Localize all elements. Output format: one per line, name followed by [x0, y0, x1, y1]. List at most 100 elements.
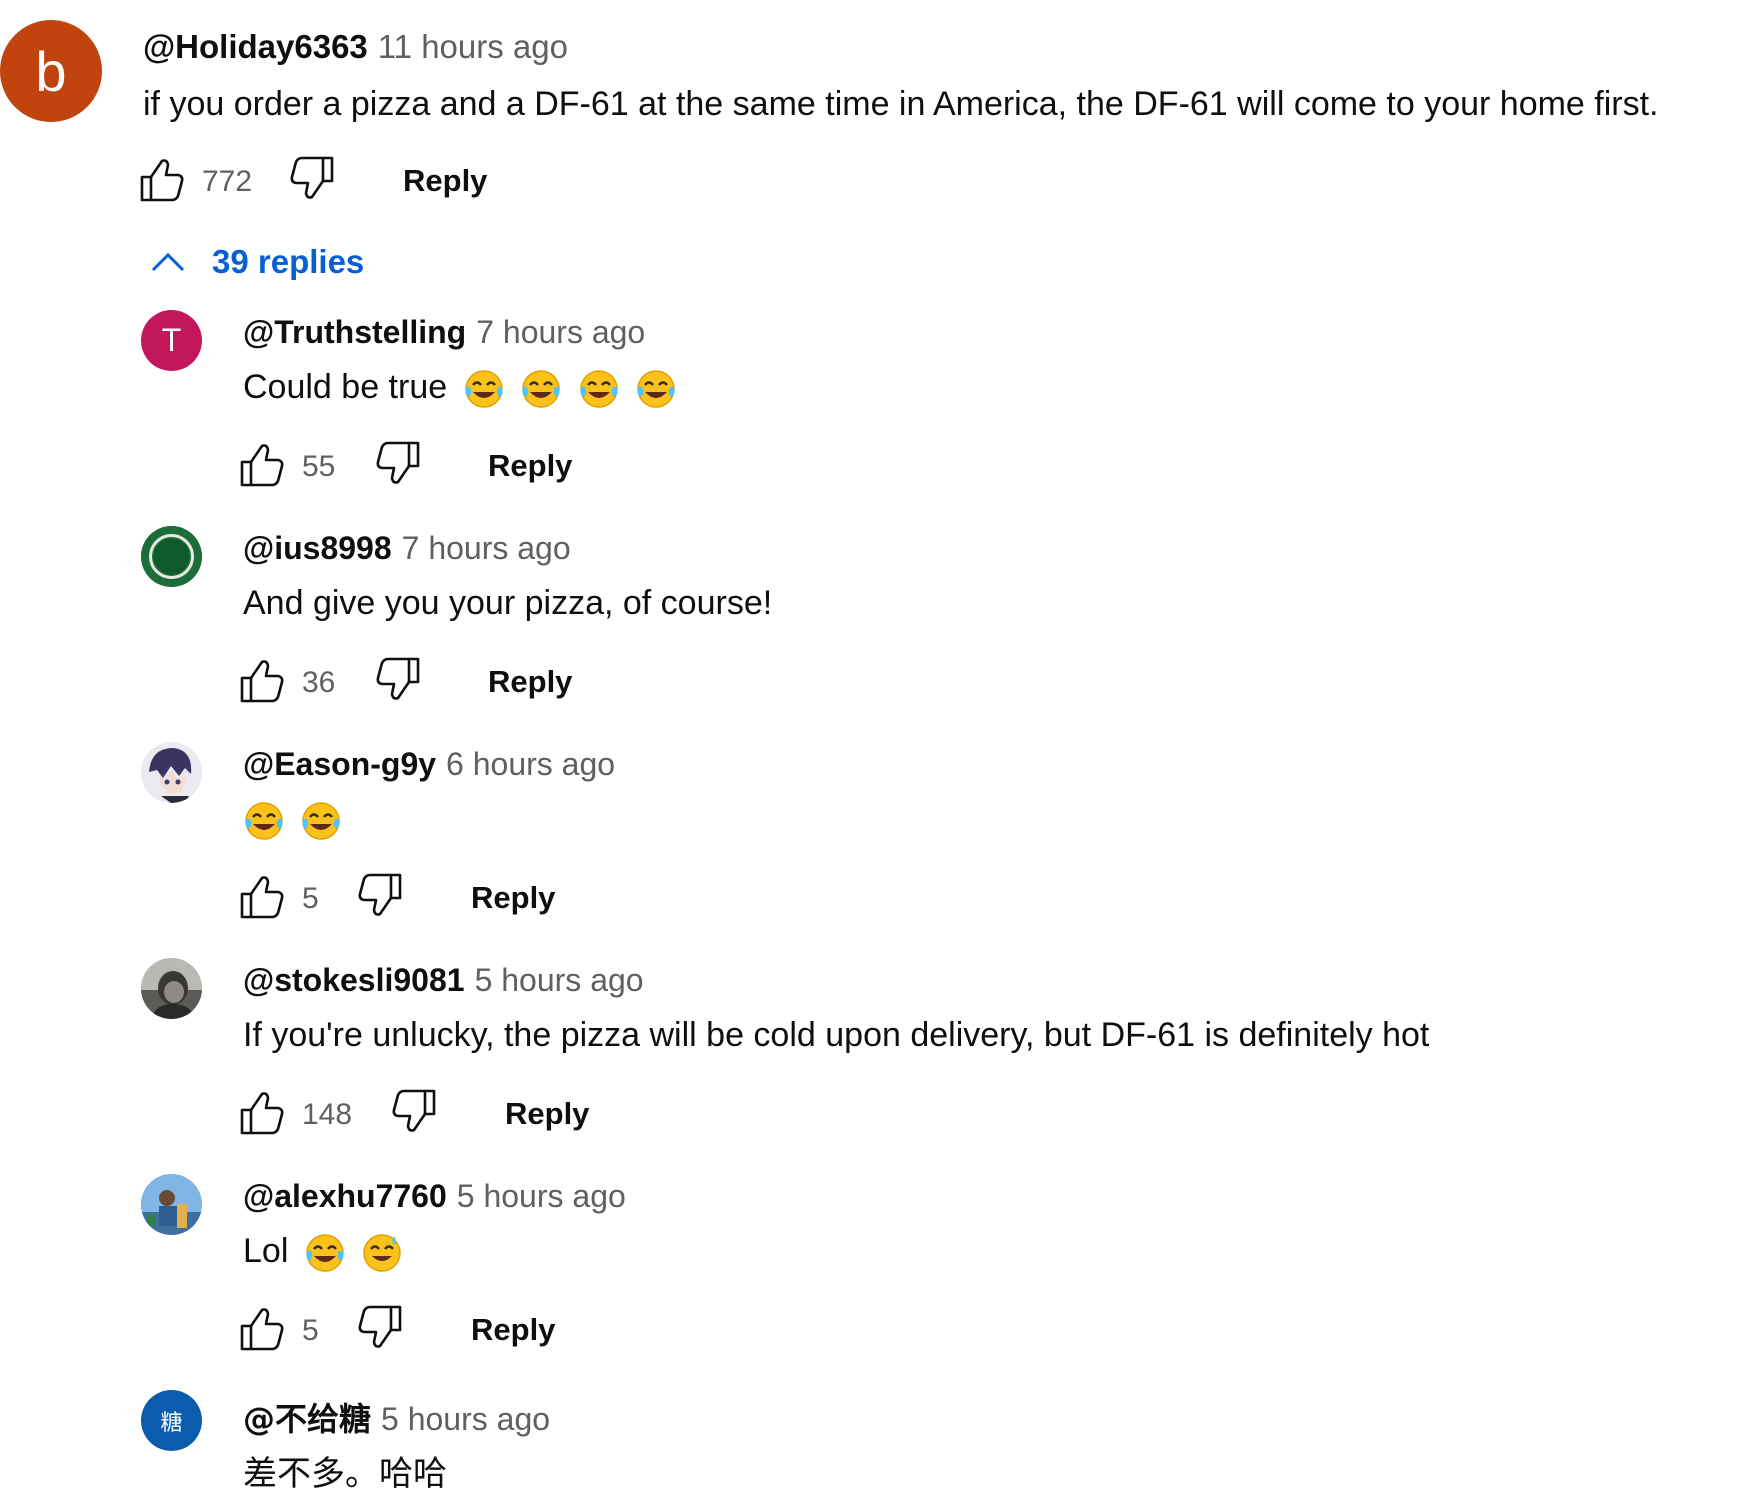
comment-header: @Holiday6363 11 hours ago	[143, 28, 568, 66]
avatar-letter: T	[161, 322, 182, 358]
comment-text: Lol	[243, 1232, 289, 1270]
author-name[interactable]: @不给糖	[243, 1400, 371, 1438]
timestamp[interactable]: 7 hours ago	[476, 314, 645, 350]
dislike-button[interactable]	[374, 440, 422, 488]
reply-comment: @Eason-g9y 6 hours ago 5 Reply	[0, 732, 1762, 932]
reply-button[interactable]: Reply	[488, 664, 572, 700]
dislike-button[interactable]	[288, 155, 336, 203]
reply-button[interactable]: Reply	[488, 448, 572, 484]
like-count: 36	[302, 666, 336, 699]
comment-actions: 772 Reply	[138, 155, 538, 203]
timestamp[interactable]: 6 hours ago	[446, 746, 615, 782]
comment-header: @Eason-g9y 6 hours ago	[243, 746, 615, 783]
avatar[interactable]	[141, 1174, 202, 1235]
timestamp[interactable]: 5 hours ago	[457, 1178, 626, 1214]
tears-of-joy-emoji-icon	[302, 802, 341, 840]
like-button[interactable]	[238, 440, 286, 488]
anime-avatar-image	[141, 742, 202, 803]
like-count: 55	[302, 450, 336, 483]
reply-button[interactable]: Reply	[505, 1096, 589, 1132]
timestamp[interactable]: 5 hours ago	[381, 1401, 550, 1437]
reply-comment: T @Truthstelling 7 hours ago Could be tru…	[0, 300, 1762, 500]
photo-avatar-image	[141, 958, 202, 1019]
comment-text-row	[237, 800, 342, 842]
like-count: 5	[302, 1314, 319, 1347]
comment-text: if you order a pizza and a DF-61 at the …	[143, 85, 1659, 123]
tears-of-joy-emoji-icon	[522, 370, 560, 408]
dislike-button[interactable]	[356, 1304, 404, 1352]
comment-text-row: Could be true	[243, 368, 677, 410]
comment-header: @stokesli9081 5 hours ago	[243, 962, 644, 999]
comment-header: @alexhu7760 5 hours ago	[243, 1178, 626, 1215]
comment-text-row: Lol	[243, 1232, 403, 1274]
thumbs-up-icon	[240, 876, 284, 919]
comment-actions: 55 Reply	[238, 440, 638, 488]
tears-of-joy-emoji-icon	[579, 370, 618, 408]
thumbs-up-icon	[240, 444, 284, 487]
reply-button[interactable]: Reply	[471, 880, 555, 916]
thumbs-up-icon	[140, 159, 184, 202]
comment-header: @ius8998 7 hours ago	[243, 530, 571, 567]
reply-comment: @ius8998 7 hours ago And give you your pi…	[0, 516, 1762, 716]
like-button[interactable]	[138, 155, 186, 203]
timestamp[interactable]: 7 hours ago	[402, 530, 571, 566]
replies-toggle[interactable]: 39 replies	[150, 240, 364, 284]
dislike-button[interactable]	[374, 656, 422, 704]
avatar[interactable]: b	[0, 20, 102, 122]
author-name[interactable]: @Holiday6363	[143, 28, 368, 65]
tears-of-joy-emoji-icon	[464, 370, 503, 408]
timestamp[interactable]: 5 hours ago	[475, 962, 644, 998]
like-count: 772	[202, 165, 253, 198]
like-count: 148	[302, 1098, 353, 1131]
author-name[interactable]: @alexhu7760	[243, 1178, 447, 1214]
comment-text: And give you your pizza, of course!	[243, 584, 773, 622]
avatar[interactable]	[141, 526, 202, 587]
like-count: 5	[302, 882, 319, 915]
author-name[interactable]: @Truthstelling	[243, 314, 466, 350]
avatar-letter: b	[35, 39, 67, 103]
thumbs-up-icon	[240, 1308, 284, 1351]
comment-header: @不给糖 5 hours ago	[243, 1394, 550, 1440]
timestamp[interactable]: 11 hours ago	[378, 28, 568, 65]
dislike-button[interactable]	[390, 1088, 438, 1136]
comment-text: If you're unlucky, the pizza will be col…	[243, 1016, 1430, 1054]
author-name[interactable]: @ius8998	[243, 530, 392, 566]
dislike-button[interactable]	[356, 872, 404, 920]
thumbs-down-icon	[290, 156, 334, 199]
avatar[interactable]	[141, 742, 202, 803]
comment-header: @Truthstelling 7 hours ago	[243, 314, 645, 351]
reply-comment: 糖 @不给糖 5 hours ago 差不多。哈哈	[0, 1380, 1762, 1497]
reply-comment: @alexhu7760 5 hours ago Lol 5 Reply	[0, 1164, 1762, 1364]
comment-actions: 36 Reply	[238, 656, 638, 704]
reply-button[interactable]: Reply	[403, 163, 487, 199]
author-name[interactable]: @Eason-g9y	[243, 746, 436, 782]
like-button[interactable]	[238, 656, 286, 704]
avatar[interactable]: T	[141, 310, 202, 371]
reply-comment: @stokesli9081 5 hours ago If you're unluc…	[0, 948, 1762, 1148]
thumbs-down-icon	[358, 873, 402, 916]
comment-text: 差不多。哈哈	[243, 1454, 447, 1494]
thumbs-down-icon	[376, 657, 420, 700]
like-button[interactable]	[238, 1304, 286, 1352]
thumbs-up-icon	[240, 1092, 284, 1135]
like-button[interactable]	[238, 872, 286, 920]
chevron-up-icon	[151, 252, 185, 272]
replies-count-label: 39 replies	[212, 243, 365, 280]
top-comment: b @Holiday6363 11 hours ago if you order …	[0, 0, 1762, 203]
ring-avatar-image	[141, 526, 202, 587]
thumbs-down-icon	[376, 441, 420, 484]
avatar[interactable]: 糖	[141, 1390, 202, 1451]
avatar[interactable]	[141, 958, 202, 1019]
tears-of-joy-emoji-icon	[306, 1234, 344, 1272]
outdoor-avatar-image	[141, 1174, 202, 1235]
like-button[interactable]	[238, 1088, 286, 1136]
avatar-letter: 糖	[160, 1410, 183, 1436]
comment-actions: 148 Reply	[238, 1088, 638, 1136]
comment-actions: 5 Reply	[238, 872, 638, 920]
tears-of-joy-emoji-icon	[637, 370, 675, 408]
thumbs-down-icon	[358, 1305, 402, 1348]
reply-button[interactable]: Reply	[471, 1312, 555, 1348]
thumbs-down-icon	[392, 1089, 436, 1132]
author-name[interactable]: @stokesli9081	[243, 962, 465, 998]
comment-text: Could be true	[243, 368, 448, 406]
